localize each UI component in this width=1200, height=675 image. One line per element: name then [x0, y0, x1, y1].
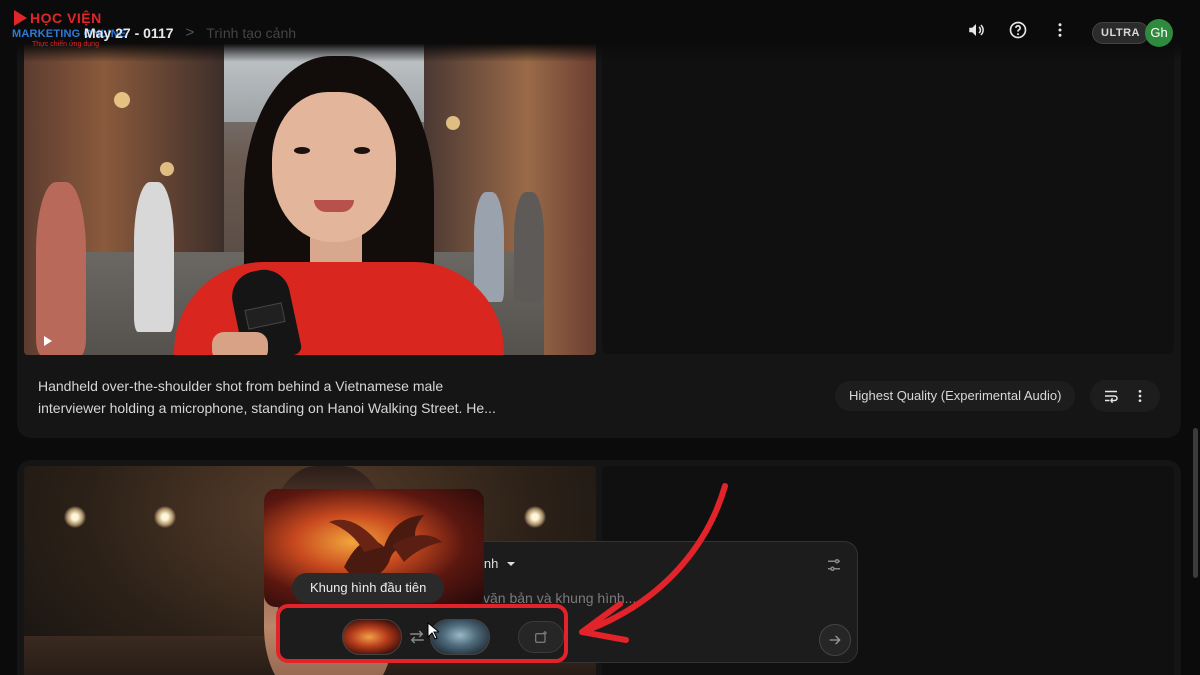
- subject-eye: [354, 147, 370, 154]
- stage-light: [64, 506, 86, 528]
- background-pedestrian: [134, 182, 174, 332]
- background-pedestrian: [474, 192, 504, 302]
- logo-line-3: Thực chiến ứng dụng: [32, 41, 99, 48]
- clip-1-description-line-2: interviewer holding a microphone, standi…: [38, 400, 496, 416]
- scrollbar[interactable]: [1193, 428, 1198, 578]
- swap-arrows-icon[interactable]: [408, 629, 426, 645]
- stage-light: [524, 506, 546, 528]
- chevron-down-icon: [507, 561, 516, 566]
- background-pedestrian: [36, 182, 86, 355]
- mouse-cursor-icon: [427, 622, 439, 640]
- stage-light: [154, 506, 176, 528]
- quality-chip[interactable]: Highest Quality (Experimental Audio): [835, 381, 1076, 411]
- subject-mouth: [314, 200, 354, 212]
- top-bar: HỌC VIỆN MARKETING ONLINE Thực chiến ứng…: [0, 0, 1200, 62]
- send-button[interactable]: [819, 624, 851, 656]
- clip-1-video[interactable]: [24, 32, 596, 355]
- more-vert-icon[interactable]: [1050, 20, 1070, 40]
- subject-hand: [212, 332, 268, 355]
- breadcrumb-project[interactable]: May 27 - 0117: [84, 25, 174, 41]
- clip-1-description: Handheld over-the-shoulder shot from beh…: [38, 375, 558, 419]
- header-actions: [966, 20, 1070, 40]
- more-vert-icon[interactable]: [1130, 386, 1150, 406]
- clip-card-1: Handheld over-the-shoulder shot from beh…: [17, 20, 1181, 438]
- settings-sliders-icon[interactable]: [825, 556, 843, 579]
- subject-eye: [294, 147, 310, 154]
- add-frame-button[interactable]: [518, 621, 564, 653]
- background-pedestrian: [514, 192, 544, 302]
- clip-1-description-line-1: Handheld over-the-shoulder shot from beh…: [38, 378, 444, 394]
- reuse-prompt-icon[interactable]: [1101, 386, 1121, 406]
- clip-1-side-panel: [602, 32, 1174, 354]
- bokeh-light: [114, 92, 130, 108]
- first-frame-thumbnail[interactable]: [342, 619, 402, 655]
- add-frame-icon: [535, 631, 547, 643]
- annotation-arrow-icon: [579, 483, 728, 643]
- bokeh-light: [160, 162, 174, 176]
- subject-face: [272, 92, 396, 242]
- breadcrumb: May 27 - 0117 > Trình tạo cảnh: [84, 24, 296, 41]
- clip-1-actions: [1090, 380, 1160, 412]
- frames-row: [340, 619, 564, 659]
- play-icon[interactable]: [44, 336, 52, 346]
- mode-selector[interactable]: inh: [481, 556, 516, 571]
- bokeh-light: [446, 116, 460, 130]
- last-frame-thumbnail[interactable]: [430, 619, 490, 655]
- avatar[interactable]: Gh: [1145, 19, 1173, 47]
- breadcrumb-separator: >: [185, 24, 195, 41]
- breadcrumb-page: Trình tạo cảnh: [206, 24, 297, 41]
- help-icon[interactable]: [1008, 20, 1028, 40]
- volume-icon[interactable]: [966, 20, 986, 40]
- arrow-right-icon: [829, 635, 841, 645]
- plan-badge: ULTRA: [1092, 22, 1149, 44]
- logo-play-icon: [14, 10, 27, 26]
- frame-tooltip: Khung hình đầu tiên: [292, 573, 445, 603]
